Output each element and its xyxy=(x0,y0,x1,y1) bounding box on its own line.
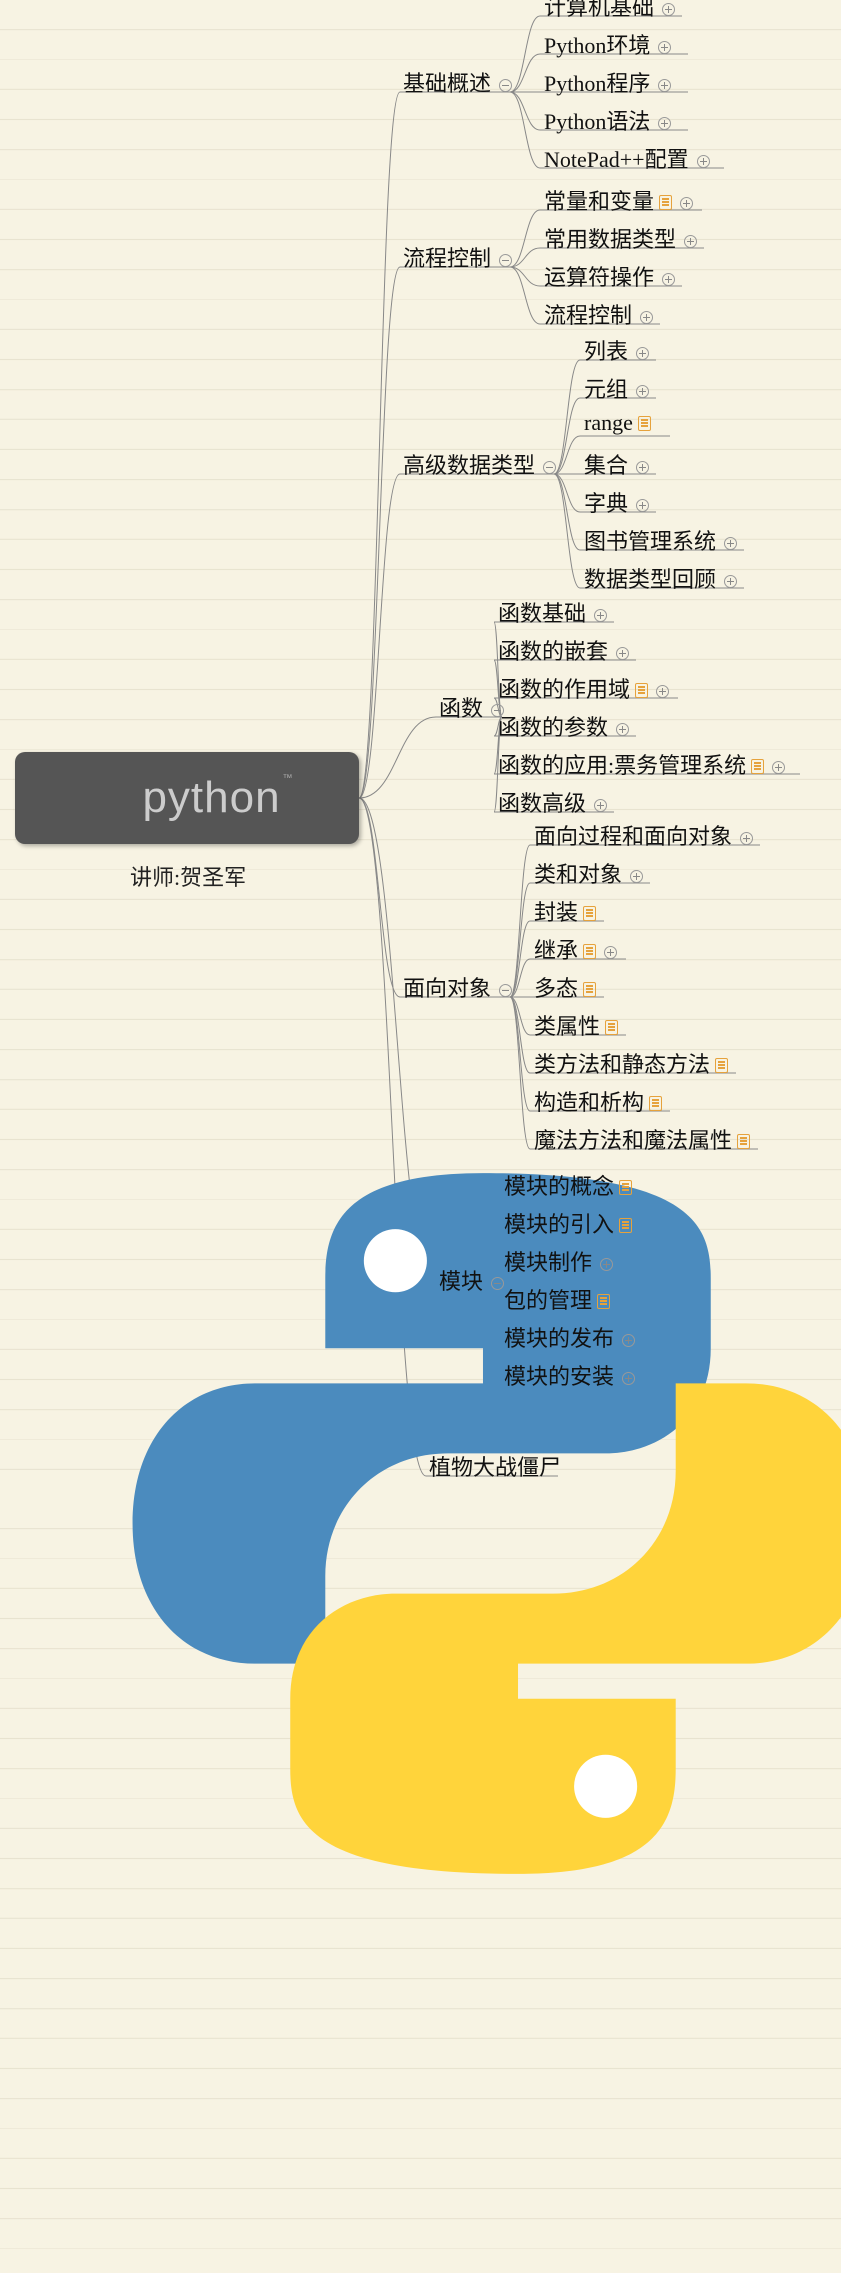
leaf-3-2[interactable]: 函数的作用域 xyxy=(498,672,669,704)
leaf-4-7[interactable]: 构造和析构 xyxy=(534,1085,662,1117)
expand-icon[interactable] xyxy=(724,537,737,550)
expand-icon[interactable] xyxy=(656,685,669,698)
collapse-icon[interactable] xyxy=(499,79,512,92)
note-icon xyxy=(583,906,596,921)
leaf-3-0[interactable]: 函数基础 xyxy=(498,596,607,628)
leaf-2-3[interactable]: 集合 xyxy=(584,448,649,480)
expand-icon[interactable] xyxy=(658,79,671,92)
expand-icon[interactable] xyxy=(640,311,653,324)
expand-icon[interactable] xyxy=(662,3,675,16)
leaf-2-1[interactable]: 元组 xyxy=(584,372,649,404)
leaf-4-3[interactable]: 继承 xyxy=(534,933,617,965)
subtitle: 讲师:贺圣军 xyxy=(130,860,246,892)
expand-icon[interactable] xyxy=(684,235,697,248)
expand-icon[interactable] xyxy=(636,385,649,398)
collapse-icon[interactable] xyxy=(499,254,512,267)
expand-icon[interactable] xyxy=(636,461,649,474)
python-logo-icon xyxy=(80,774,128,822)
note-icon xyxy=(583,982,596,997)
expand-icon[interactable] xyxy=(697,155,710,168)
leaf-1-0[interactable]: 常量和变量 xyxy=(544,184,693,216)
leaf-4-6[interactable]: 类方法和静态方法 xyxy=(534,1047,728,1079)
root-node[interactable]: python™ xyxy=(15,752,359,844)
expand-icon[interactable] xyxy=(636,347,649,360)
note-icon xyxy=(635,683,648,698)
leaf-1-3[interactable]: 流程控制 xyxy=(544,298,653,330)
expand-icon[interactable] xyxy=(600,1258,613,1271)
leaf-0-0[interactable]: 计算机基础 xyxy=(544,0,675,22)
expand-icon[interactable] xyxy=(622,1372,635,1385)
leaf-4-1[interactable]: 类和对象 xyxy=(534,857,643,889)
expand-icon[interactable] xyxy=(622,1334,635,1347)
note-icon xyxy=(619,1180,632,1195)
branch-6[interactable]: 植物大战僵尸 xyxy=(429,1450,561,1482)
note-icon xyxy=(597,1294,610,1309)
expand-icon[interactable] xyxy=(616,723,629,736)
leaf-4-5[interactable]: 类属性 xyxy=(534,1009,618,1041)
note-icon xyxy=(649,1096,662,1111)
note-icon xyxy=(605,1020,618,1035)
branch-0[interactable]: 基础概述 xyxy=(403,66,512,98)
note-icon xyxy=(619,1218,632,1233)
leaf-0-4[interactable]: NotePad++配置 xyxy=(544,142,710,174)
expand-icon[interactable] xyxy=(658,41,671,54)
leaf-3-5[interactable]: 函数高级 xyxy=(498,786,607,818)
collapse-icon[interactable] xyxy=(499,984,512,997)
leaf-3-4[interactable]: 函数的应用:票务管理系统 xyxy=(498,748,785,780)
leaf-1-2[interactable]: 运算符操作 xyxy=(544,260,675,292)
leaf-0-2[interactable]: Python程序 xyxy=(544,66,671,98)
leaf-2-6[interactable]: 数据类型回顾 xyxy=(584,562,737,594)
expand-icon[interactable] xyxy=(662,273,675,286)
leaf-4-8[interactable]: 魔法方法和魔法属性 xyxy=(534,1123,750,1155)
note-icon xyxy=(638,416,651,431)
leaf-2-0[interactable]: 列表 xyxy=(584,334,649,366)
leaf-5-1[interactable]: 模块的引入 xyxy=(504,1207,632,1239)
leaf-5-3[interactable]: 包的管理 xyxy=(504,1283,610,1315)
expand-icon[interactable] xyxy=(630,870,643,883)
expand-icon[interactable] xyxy=(680,197,693,210)
expand-icon[interactable] xyxy=(636,499,649,512)
expand-icon[interactable] xyxy=(616,647,629,660)
expand-icon[interactable] xyxy=(594,799,607,812)
leaf-2-4[interactable]: 字典 xyxy=(584,486,649,518)
leaf-0-1[interactable]: Python环境 xyxy=(544,28,671,60)
branch-5[interactable]: 模块 xyxy=(439,1264,504,1296)
branch-1[interactable]: 流程控制 xyxy=(403,241,512,273)
expand-icon[interactable] xyxy=(724,575,737,588)
expand-icon[interactable] xyxy=(594,609,607,622)
branch-3[interactable]: 函数 xyxy=(439,691,504,723)
leaf-3-3[interactable]: 函数的参数 xyxy=(498,710,629,742)
expand-icon[interactable] xyxy=(658,117,671,130)
leaf-4-0[interactable]: 面向过程和面向对象 xyxy=(534,819,753,851)
note-icon xyxy=(715,1058,728,1073)
leaf-5-2[interactable]: 模块制作 xyxy=(504,1245,613,1277)
expand-icon[interactable] xyxy=(604,946,617,959)
leaf-4-2[interactable]: 封装 xyxy=(534,895,596,927)
expand-icon[interactable] xyxy=(772,761,785,774)
branch-4[interactable]: 面向对象 xyxy=(403,971,512,1003)
branch-2[interactable]: 高级数据类型 xyxy=(403,448,556,480)
leaf-1-1[interactable]: 常用数据类型 xyxy=(544,222,697,254)
note-icon xyxy=(751,759,764,774)
expand-icon[interactable] xyxy=(740,832,753,845)
leaf-5-0[interactable]: 模块的概念 xyxy=(504,1169,632,1201)
leaf-5-5[interactable]: 模块的安装 xyxy=(504,1359,635,1391)
note-icon xyxy=(737,1134,750,1149)
leaf-2-2[interactable]: range xyxy=(584,410,651,436)
note-icon xyxy=(659,195,672,210)
leaf-2-5[interactable]: 图书管理系统 xyxy=(584,524,737,556)
note-icon xyxy=(583,944,596,959)
collapse-icon[interactable] xyxy=(543,461,556,474)
leaf-3-1[interactable]: 函数的嵌套 xyxy=(498,634,629,666)
collapse-icon[interactable] xyxy=(491,1277,504,1290)
leaf-0-3[interactable]: Python语法 xyxy=(544,104,671,136)
leaf-5-4[interactable]: 模块的发布 xyxy=(504,1321,635,1353)
leaf-4-4[interactable]: 多态 xyxy=(534,971,596,1003)
